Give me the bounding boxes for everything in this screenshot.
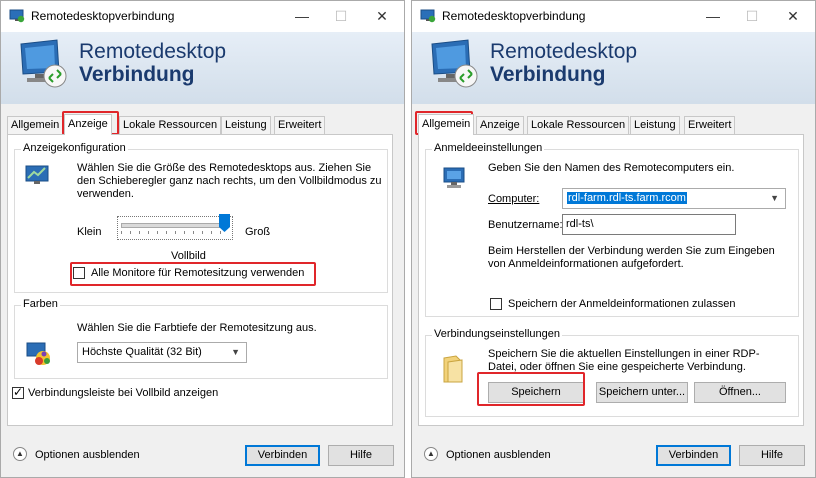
save-as-button[interactable]: Speichern unter...	[596, 382, 688, 403]
help-button[interactable]: Hilfe	[328, 445, 394, 466]
group-label: Anmeldeeinstellungen	[432, 142, 545, 154]
maximize-button[interactable]: ☐	[737, 5, 767, 27]
banner-title-line1: Remotedesktop	[490, 40, 638, 63]
tab-leistung[interactable]: Leistung	[221, 116, 271, 134]
banner-title-line2: Verbindung	[490, 63, 606, 86]
tab-erweitert[interactable]: Erweitert	[274, 116, 326, 134]
colors-group: Farben Wählen Sie die Farbtiefe der Remo…	[14, 298, 388, 379]
connection-description: Speichern Sie die aktuellen Einstellunge…	[488, 348, 760, 373]
chevron-down-icon: ▼	[231, 347, 240, 357]
group-label: Anzeigekonfiguration	[21, 142, 128, 154]
tab-allgemein[interactable]: Allgemein	[7, 116, 64, 134]
username-label: Benutzername:	[488, 219, 563, 231]
remote-desktop-icon	[20, 39, 67, 88]
color-palette-icon	[26, 342, 50, 365]
tab-anzeige[interactable]: Anzeige	[64, 114, 112, 135]
selected-value: Höchste Qualität (32 Bit)	[82, 346, 202, 358]
save-credentials-label[interactable]: Speichern der Anmeldeinformationen zulas…	[508, 298, 735, 311]
slider-min-label: Klein	[77, 226, 102, 238]
logon-info: Beim Herstellen der Verbindung werden Si…	[488, 245, 775, 270]
logon-settings-group: Anmeldeeinstellungen Geben Sie den Namen…	[425, 142, 799, 317]
tab-lokale-ressourcen[interactable]: Lokale Ressourcen	[119, 116, 222, 134]
computer-combobox[interactable]: rdl-farm.rdl-ts.farm.rcom ▼	[562, 188, 786, 209]
left-rdp-window: Remotedesktopverbindung — ☐ ✕ Remotedesk…	[0, 0, 405, 478]
open-button[interactable]: Öffnen...	[694, 382, 786, 403]
computer-value: rdl-farm.rdl-ts.farm.rcom	[567, 192, 687, 204]
bottom-bar: ▲ Optionen ausblenden Verbinden Hilfe	[412, 433, 815, 477]
collapse-options-icon[interactable]: ▲	[424, 447, 438, 461]
window-title: Remotedesktopverbindung	[31, 9, 175, 23]
username-field[interactable]: rdl-ts\	[562, 214, 736, 235]
options-toggle[interactable]: Optionen ausblenden	[35, 449, 140, 461]
right-rdp-window: Remotedesktopverbindung — ☐ ✕ Remotedesk…	[411, 0, 816, 478]
remote-desktop-icon	[431, 39, 478, 88]
connection-bar-checkbox[interactable]	[12, 385, 24, 399]
display-icon	[25, 165, 49, 184]
group-label: Farben	[21, 298, 60, 310]
color-depth-select[interactable]: Höchste Qualität (32 Bit) ▼	[77, 342, 247, 363]
window-title: Remotedesktopverbindung	[442, 9, 586, 23]
computer-icon	[443, 167, 465, 188]
tab-leistung[interactable]: Leistung	[630, 116, 680, 134]
logon-description: Geben Sie den Namen des Remotecomputers …	[488, 162, 735, 174]
computer-label: Computer:	[488, 193, 539, 206]
tab-anzeige[interactable]: Anzeige	[476, 116, 524, 134]
bottom-bar: ▲ Optionen ausblenden Verbinden Hilfe	[1, 433, 404, 477]
title-bar[interactable]: Remotedesktopverbindung — ☐ ✕	[1, 1, 404, 32]
title-bar[interactable]: Remotedesktopverbindung — ☐ ✕	[412, 1, 815, 32]
display-config-group: Anzeigekonfiguration Wählen Sie die Größ…	[14, 142, 388, 293]
banner: Remotedesktop Verbindung	[412, 32, 815, 104]
save-credentials-checkbox[interactable]	[490, 298, 502, 310]
close-button[interactable]: ✕	[367, 5, 397, 27]
group-label: Verbindungseinstellungen	[432, 328, 562, 340]
multimon-label[interactable]: Alle Monitore für Remotesitzung verwende…	[91, 267, 304, 280]
minimize-button[interactable]: —	[698, 5, 728, 27]
display-description: Wählen Sie die Größe des Remotedesktops …	[77, 162, 382, 200]
resolution-slider[interactable]	[113, 212, 237, 242]
connection-bar-label[interactable]: Verbindungsleiste bei Vollbild anzeigen	[28, 387, 218, 400]
help-button[interactable]: Hilfe	[739, 445, 805, 466]
folder-icon	[443, 355, 463, 383]
tab-panel-anzeige: Anzeigekonfiguration Wählen Sie die Größ…	[7, 134, 393, 426]
banner-title-line1: Remotedesktop	[79, 40, 227, 63]
colors-description: Wählen Sie die Farbtiefe der Remotesitzu…	[77, 322, 317, 334]
chevron-down-icon: ▼	[770, 193, 779, 203]
collapse-options-icon[interactable]: ▲	[13, 447, 27, 461]
maximize-button[interactable]: ☐	[326, 5, 356, 27]
rdp-app-icon	[9, 9, 25, 23]
tab-lokale-ressourcen[interactable]: Lokale Ressourcen	[527, 116, 630, 134]
tab-allgemein[interactable]: Allgemein	[418, 114, 475, 135]
slider-max-label: Groß	[245, 226, 271, 238]
tab-erweitert[interactable]: Erweitert	[684, 116, 736, 134]
banner-title-line2: Verbindung	[79, 63, 195, 86]
connection-settings-group: Verbindungseinstellungen Speichern Sie d…	[425, 328, 799, 417]
multimon-checkbox[interactable]	[73, 267, 85, 279]
slider-value-label: Vollbild	[171, 250, 206, 262]
connect-button[interactable]: Verbinden	[656, 445, 731, 466]
banner: Remotedesktop Verbindung	[1, 32, 404, 104]
connect-button[interactable]: Verbinden	[245, 445, 320, 466]
rdp-app-icon	[420, 9, 436, 23]
options-toggle[interactable]: Optionen ausblenden	[446, 449, 551, 461]
minimize-button[interactable]: —	[287, 5, 317, 27]
tab-panel-allgemein: Anmeldeeinstellungen Geben Sie den Namen…	[418, 134, 804, 426]
close-button[interactable]: ✕	[778, 5, 808, 27]
save-button[interactable]: Speichern	[488, 382, 584, 403]
computer-label-text: Computer:	[488, 193, 540, 205]
